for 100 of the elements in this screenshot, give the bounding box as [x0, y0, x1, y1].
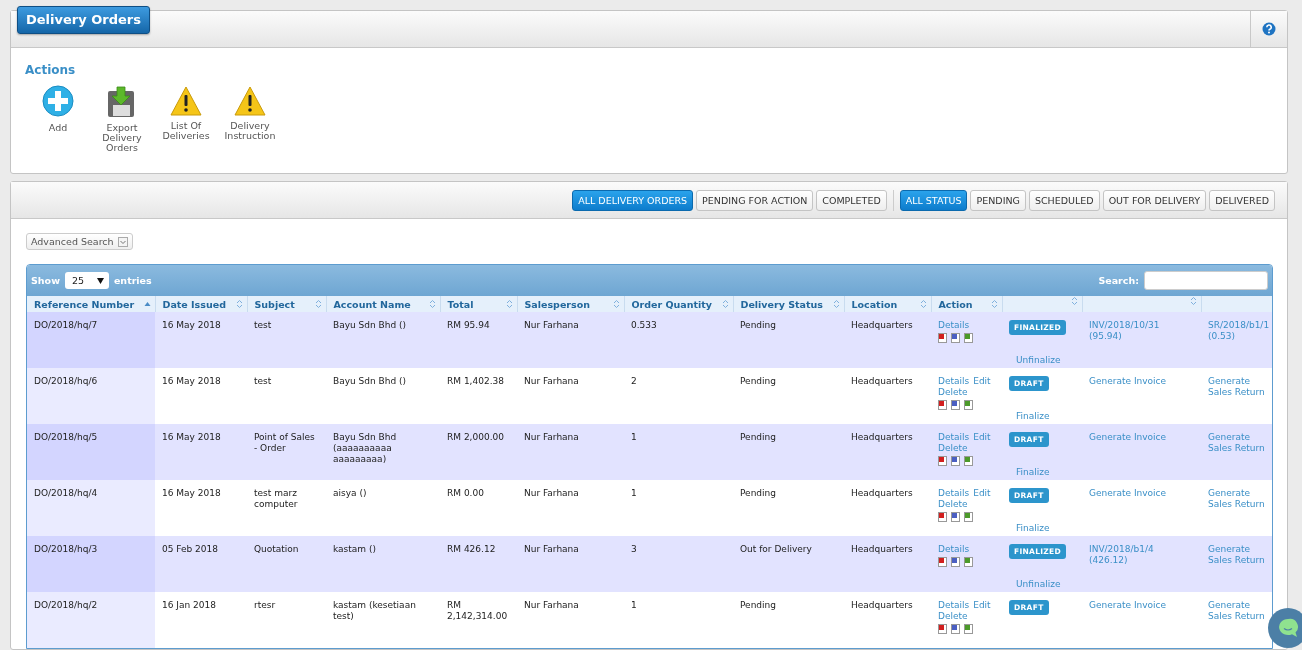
spreadsheet-file-icon[interactable] — [964, 333, 973, 343]
action-link[interactable]: Delete — [938, 443, 968, 454]
sales-return-link[interactable]: Generate Sales Return — [1208, 600, 1268, 622]
document-file-icon[interactable] — [951, 557, 960, 567]
search-label: Search: — [1098, 275, 1139, 286]
sales-return-link[interactable]: Generate Sales Return — [1208, 376, 1268, 398]
column-header[interactable]: Action — [931, 296, 1002, 312]
filter-button[interactable]: OUT FOR DELIVERY — [1102, 189, 1207, 211]
table-cell-text: RM 2,000.00 — [447, 432, 505, 443]
invoice-link[interactable]: INV/2018/10/31 (95.94) — [1089, 320, 1195, 342]
sort-icon[interactable] — [990, 299, 998, 309]
column-header[interactable]: Subject — [247, 296, 326, 312]
column-header[interactable]: Date Issued — [155, 296, 247, 312]
column-header[interactable]: Reference Number — [27, 296, 155, 312]
action-link[interactable]: Add — [31, 85, 85, 153]
finalize-link[interactable]: Unfinalize — [1016, 355, 1061, 366]
filter-button[interactable]: PENDING — [970, 189, 1026, 211]
pdf-file-icon[interactable] — [938, 456, 947, 466]
pdf-file-icon[interactable] — [938, 333, 947, 343]
invoice-link[interactable]: Generate Invoice — [1089, 432, 1195, 443]
table-cell-text: kastam (kesetiaan test) — [333, 600, 417, 622]
sort-icon[interactable] — [314, 299, 322, 309]
finalize-link[interactable]: Finalize — [1016, 523, 1050, 534]
action-link[interactable]: Details — [938, 432, 970, 443]
action-link[interactable]: Delete — [938, 499, 968, 510]
action-link[interactable]: Edit — [973, 600, 991, 611]
spreadsheet-file-icon[interactable] — [964, 400, 973, 410]
spreadsheet-file-icon[interactable] — [964, 512, 973, 522]
table-cell-text: Nur Farhana — [524, 600, 580, 611]
action-link[interactable]: Delivery Instruction — [223, 85, 277, 153]
sales-return-link[interactable]: Generate Sales Return — [1208, 488, 1268, 510]
column-header[interactable]: Salesperson — [517, 296, 624, 312]
action-link[interactable]: Details — [938, 544, 970, 555]
page-size-select[interactable]: 25 — [64, 272, 109, 289]
invoice-link[interactable]: Generate Invoice — [1089, 488, 1195, 499]
sales-return-link[interactable]: Generate Sales Return — [1208, 432, 1268, 454]
pdf-file-icon[interactable] — [938, 400, 947, 410]
document-file-icon[interactable] — [951, 333, 960, 343]
sort-icon[interactable] — [428, 299, 436, 309]
sort-asc-icon[interactable] — [143, 299, 151, 309]
actions-heading: Actions — [25, 63, 77, 77]
sort-icon[interactable] — [721, 299, 729, 309]
action-link[interactable]: Delete — [938, 611, 968, 622]
invoice-link[interactable]: Generate Invoice — [1089, 376, 1195, 387]
sort-icon[interactable] — [505, 299, 513, 309]
table-cell-text: aisya () — [333, 488, 368, 499]
sort-icon[interactable] — [612, 299, 620, 309]
action-link[interactable]: Edit — [973, 376, 991, 387]
finalize-link[interactable]: Unfinalize — [1016, 579, 1061, 590]
invoice-link[interactable]: INV/2018/b1/4 (426.12) — [1089, 544, 1195, 566]
column-header[interactable]: Order Quantity — [624, 296, 733, 312]
sort-icon[interactable] — [235, 299, 243, 309]
column-header[interactable]: Delivery Status — [733, 296, 844, 312]
action-link[interactable]: Details — [938, 376, 970, 387]
sort-icon[interactable] — [832, 299, 840, 309]
pdf-file-icon[interactable] — [938, 557, 947, 567]
action-link[interactable]: Details — [938, 600, 970, 611]
filter-button[interactable]: SCHEDULED — [1028, 189, 1100, 211]
filter-button[interactable]: ALL STATUS — [899, 189, 968, 211]
action-link[interactable]: Details — [938, 488, 970, 499]
advanced-search-button[interactable]: Advanced Search — [26, 233, 133, 250]
column-header[interactable]: Account Name — [326, 296, 440, 312]
search-field[interactable] — [1144, 271, 1268, 290]
column-header[interactable]: Location — [844, 296, 931, 312]
action-link[interactable]: Details — [938, 320, 970, 331]
pdf-file-icon[interactable] — [938, 512, 947, 522]
filter-button[interactable]: DELIVERED — [1209, 189, 1275, 211]
action-link[interactable]: Export Delivery Orders — [95, 85, 149, 153]
table-cell-text: Nur Farhana — [524, 544, 580, 555]
sort-icon[interactable] — [919, 299, 927, 309]
table-cell-text: Headquarters — [851, 432, 914, 443]
table-cell-text: Pending — [740, 488, 777, 499]
column-header[interactable]: Total — [440, 296, 517, 312]
invoice-link[interactable]: Generate Invoice — [1089, 600, 1195, 611]
filter-button[interactable]: COMPLETED — [816, 189, 887, 211]
sort-icon[interactable] — [1070, 296, 1078, 306]
table-cell-text: DO/2018/hq/3 — [34, 544, 99, 555]
spreadsheet-file-icon[interactable] — [964, 624, 973, 634]
pdf-file-icon[interactable] — [938, 624, 947, 634]
spreadsheet-file-icon[interactable] — [964, 456, 973, 466]
help-icon[interactable] — [1262, 22, 1276, 36]
document-file-icon[interactable] — [951, 400, 960, 410]
filter-button[interactable]: ALL DELIVERY ORDERS — [572, 189, 694, 211]
action-link[interactable]: Edit — [973, 488, 991, 499]
document-file-icon[interactable] — [951, 624, 960, 634]
table-cell-text: Headquarters — [851, 544, 914, 555]
caret-icon — [117, 236, 128, 247]
action-link[interactable]: List Of Deliveries — [159, 85, 213, 153]
table-cell-text: Out for Delivery — [740, 544, 813, 555]
action-link[interactable]: Edit — [973, 432, 991, 443]
sales-return-link[interactable]: Generate Sales Return — [1208, 544, 1268, 566]
spreadsheet-file-icon[interactable] — [964, 557, 973, 567]
filter-button[interactable]: PENDING FOR ACTION — [696, 189, 814, 211]
sort-icon[interactable] — [1189, 296, 1197, 306]
document-file-icon[interactable] — [951, 456, 960, 466]
finalize-link[interactable]: Finalize — [1016, 411, 1050, 422]
sales-return-link[interactable]: SR/2018/b1/1 (0.53) — [1208, 320, 1268, 342]
action-link[interactable]: Delete — [938, 387, 968, 398]
document-file-icon[interactable] — [951, 512, 960, 522]
finalize-link[interactable]: Finalize — [1016, 467, 1050, 478]
